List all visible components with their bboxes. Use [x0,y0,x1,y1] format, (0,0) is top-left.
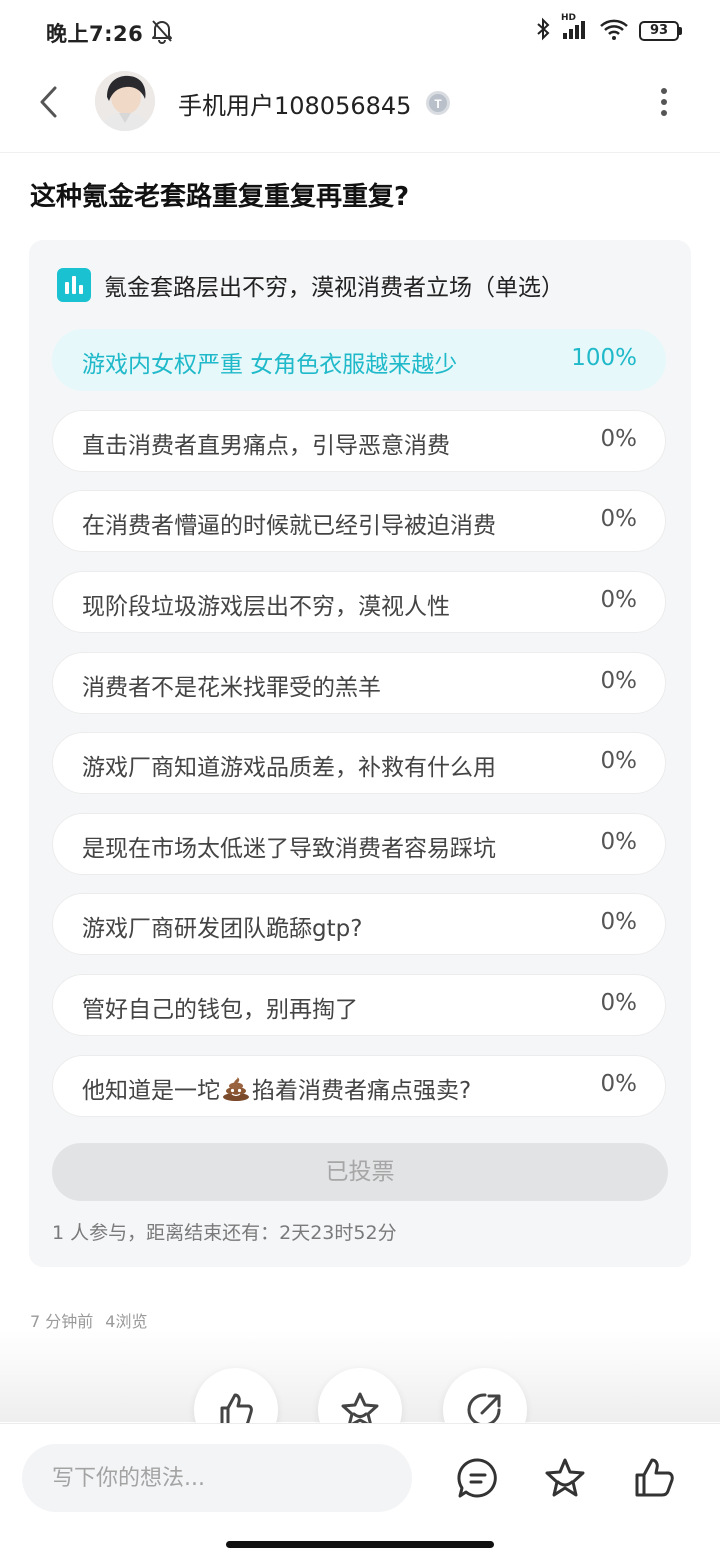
status-icons: HD 93 [535,13,682,45]
poll-option[interactable]: 直击消费者直男痛点，引导恶意消费 0% [52,410,666,472]
poll-option[interactable]: 管好自己的钱包，别再掏了 0% [52,974,666,1036]
status-bar: 晚上7:26 HD 93 [0,0,720,64]
like-icon[interactable] [632,1456,676,1504]
poll-option-percent: 0% [600,909,638,935]
poll-option-percent: 100% [571,345,637,371]
poll-option[interactable]: 消费者不是花米找罪受的羔羊 0% [52,652,666,714]
poll-header: 氪金套路层出不穷，漠视消费者立场（单选） [57,268,564,302]
poll-option-label-end: 掐着消费者痛点强卖? [252,1078,472,1104]
poll-option-percent: 0% [600,668,638,694]
poll-option-label: 游戏厂商研发团队跪舔gtp? [82,916,363,942]
poll-option[interactable]: 是现在市场太低迷了导致消费者容易踩坑 0% [52,813,666,875]
poll-option-percent: 0% [600,1071,638,1097]
poop-emoji-icon [222,1077,250,1101]
poll-option-label: 他知道是一坨 掐着消费者痛点强卖? [82,1071,471,1105]
poll-option-label: 管好自己的钱包，别再掏了 [82,997,358,1023]
favorite-icon[interactable] [543,1456,587,1504]
battery-level: 93 [639,21,679,41]
badge-letter: T [434,97,442,111]
bluetooth-icon [535,17,551,45]
home-indicator[interactable] [226,1541,494,1548]
avatar[interactable] [95,71,155,131]
poll-option[interactable]: 在消费者懵逼的时候就已经引导被迫消费 0% [52,490,666,552]
poll-option-label: 游戏厂商知道游戏品质差，补救有什么用 [82,755,496,781]
view-count: 4浏览 [105,1312,148,1331]
post-time: 7 分钟前 [30,1312,94,1331]
poll-option-percent: 0% [600,990,638,1016]
back-icon[interactable] [34,82,62,126]
poll-option-percent: 0% [600,506,638,532]
post-header: 手机用户108056845 T [0,64,720,153]
poll-option[interactable]: 现阶段垃圾游戏层出不穷，漠视人性 0% [52,571,666,633]
wifi-icon [599,17,629,45]
poll-option-label: 现阶段垃圾游戏层出不穷，漠视人性 [82,594,450,620]
poll-option-label-start: 他知道是一坨 [82,1078,220,1104]
more-options-icon[interactable] [656,86,672,122]
poll-footer: 1 人参与，距离结束还有：2天23时52分 [52,1222,397,1244]
comment-icon[interactable] [456,1456,500,1504]
signal-icon: HD [561,13,589,45]
poll-option-percent: 0% [600,587,638,613]
comment-input[interactable] [22,1444,412,1512]
poll-chart-icon [57,268,91,302]
poll-option-label: 在消费者懵逼的时候就已经引导被迫消费 [82,513,496,539]
poll-option[interactable]: 游戏厂商研发团队跪舔gtp? 0% [52,893,666,955]
level-badge-icon: T [425,90,451,116]
poll-option-label: 是现在市场太低迷了导致消费者容易踩坑 [82,836,496,862]
poll-question: 氪金套路层出不穷，漠视消费者立场（单选） [104,275,564,301]
bottom-comment-bar [0,1423,720,1561]
poll-option[interactable]: 他知道是一坨 掐着消费者痛点强卖? 0% [52,1055,666,1117]
hd-label: HD [561,13,577,23]
poll-option-percent: 0% [600,748,638,774]
poll-option-label: 游戏内女权严重 女角色衣服越来越少 [82,352,458,378]
poll-option-label: 消费者不是花米找罪受的羔羊 [82,675,381,701]
battery-icon: 93 [639,21,682,41]
poll-card: 氪金套路层出不穷，漠视消费者立场（单选） 游戏内女权严重 女角色衣服越来越少 1… [29,240,691,1267]
poll-option-percent: 0% [600,829,638,855]
post-title: 这种氪金老套路重复重复再重复? [30,182,410,212]
username[interactable]: 手机用户108056845 [178,86,411,121]
poll-option-percent: 0% [600,426,638,452]
poll-option-label: 直击消费者直男痛点，引导恶意消费 [82,433,450,459]
voted-button[interactable]: 已投票 [52,1143,668,1201]
status-time: 晚上7:26 [46,22,144,46]
poll-option-selected[interactable]: 游戏内女权严重 女角色衣服越来越少 100% [52,329,666,391]
post-meta: 7 分钟前 4浏览 [30,1308,159,1332]
poll-option[interactable]: 游戏厂商知道游戏品质差，补救有什么用 0% [52,732,666,794]
bell-muted-icon [150,18,174,48]
